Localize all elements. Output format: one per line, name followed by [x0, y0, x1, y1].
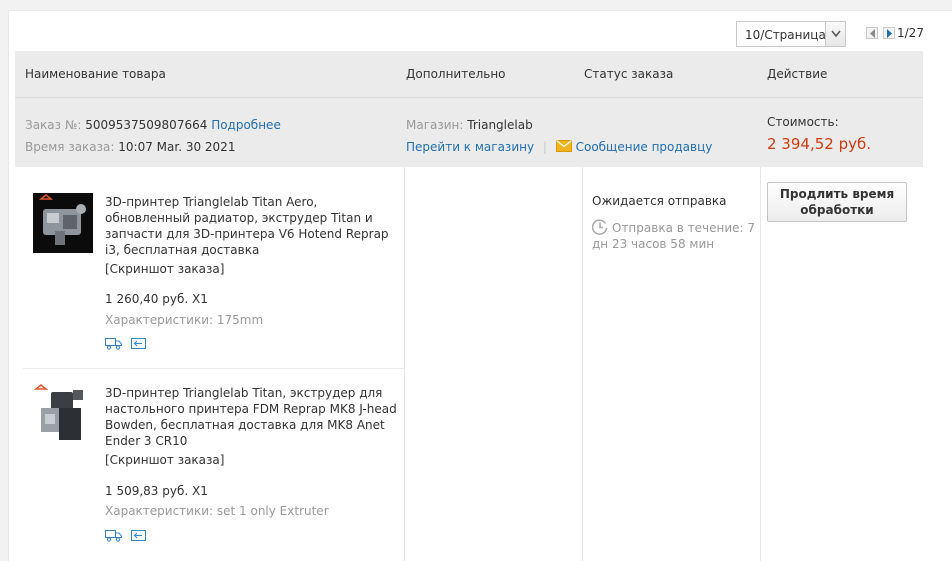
store-row: Магазин: Trianglelab: [406, 118, 533, 132]
order-screenshot-link[interactable]: [Скриншот заказа]: [105, 453, 224, 467]
separator: |: [542, 140, 547, 154]
next-page-icon[interactable]: [883, 27, 895, 39]
return-icon[interactable]: [131, 337, 146, 350]
order-time-label: Время заказа:: [25, 140, 115, 154]
delivery-truck-icon[interactable]: [105, 337, 123, 350]
product-image[interactable]: [33, 384, 93, 444]
order-cost: 2 394,52 руб.: [767, 135, 871, 153]
column-divider: [582, 167, 583, 561]
order-details-link[interactable]: Подробнее: [211, 118, 281, 132]
item-price: 1 260,40 руб. X1: [105, 292, 208, 306]
store-label: Магазин:: [406, 118, 464, 132]
item-specs: Характеристики: set 1 only Extruter: [105, 504, 329, 518]
order-number-row: Заказ №: 5009537509807664 Подробнее: [25, 118, 281, 132]
order-number: 5009537509807664: [85, 118, 208, 132]
column-action: Действие: [767, 67, 828, 81]
table-header: Наименование товара Дополнительно Статус…: [15, 51, 923, 97]
message-seller-link[interactable]: Сообщение продавцу: [576, 140, 713, 154]
row-divider: [23, 368, 404, 369]
shipping-countdown: Отправка в течение: 7 дн 23 часов 58 мин: [592, 221, 755, 251]
return-icon[interactable]: [131, 529, 146, 542]
prev-page-icon[interactable]: [866, 27, 878, 39]
column-divider: [760, 167, 761, 561]
order-status: Ожидается отправка: [592, 194, 727, 208]
order-number-label: Заказ №:: [25, 118, 82, 132]
column-product: Наименование товара: [25, 67, 166, 81]
column-extra: Дополнительно: [406, 67, 506, 81]
item-price: 1 509,83 руб. X1: [105, 484, 208, 498]
goto-store-link[interactable]: Перейти к магазину: [406, 140, 534, 154]
order-time: 10:07 Mar. 30 2021: [118, 140, 236, 154]
delivery-truck-icon[interactable]: [105, 529, 123, 542]
order-info: Заказ №: 5009537509807664 Подробнее Врем…: [15, 97, 923, 167]
cost-label: Стоимость:: [767, 115, 839, 129]
chevron-down-icon[interactable]: [825, 22, 845, 46]
column-status: Статус заказа: [584, 67, 674, 81]
product-image[interactable]: [33, 193, 93, 253]
product-title[interactable]: 3D-принтер Trianglelab Titan, экструдер …: [105, 385, 400, 449]
order-screenshot-link[interactable]: [Скриншот заказа]: [105, 262, 224, 276]
extend-processing-button[interactable]: Продлить время обработки: [767, 182, 907, 222]
store-actions: Перейти к магазину | Сообщение продавцу: [406, 140, 712, 154]
per-page-select[interactable]: 10/Страница: [736, 21, 846, 47]
order-time-row: Время заказа: 10:07 Mar. 30 2021: [25, 140, 235, 154]
item-specs: Характеристики: 175mm: [105, 313, 264, 327]
column-divider: [404, 167, 405, 561]
page-count: 1/27: [897, 26, 924, 40]
store-name: Trianglelab: [467, 118, 533, 132]
product-title[interactable]: 3D-принтер Trianglelab Titan Aero, обнов…: [105, 194, 400, 258]
per-page-value: 10/Страница: [745, 28, 826, 42]
envelope-icon[interactable]: [555, 140, 572, 152]
